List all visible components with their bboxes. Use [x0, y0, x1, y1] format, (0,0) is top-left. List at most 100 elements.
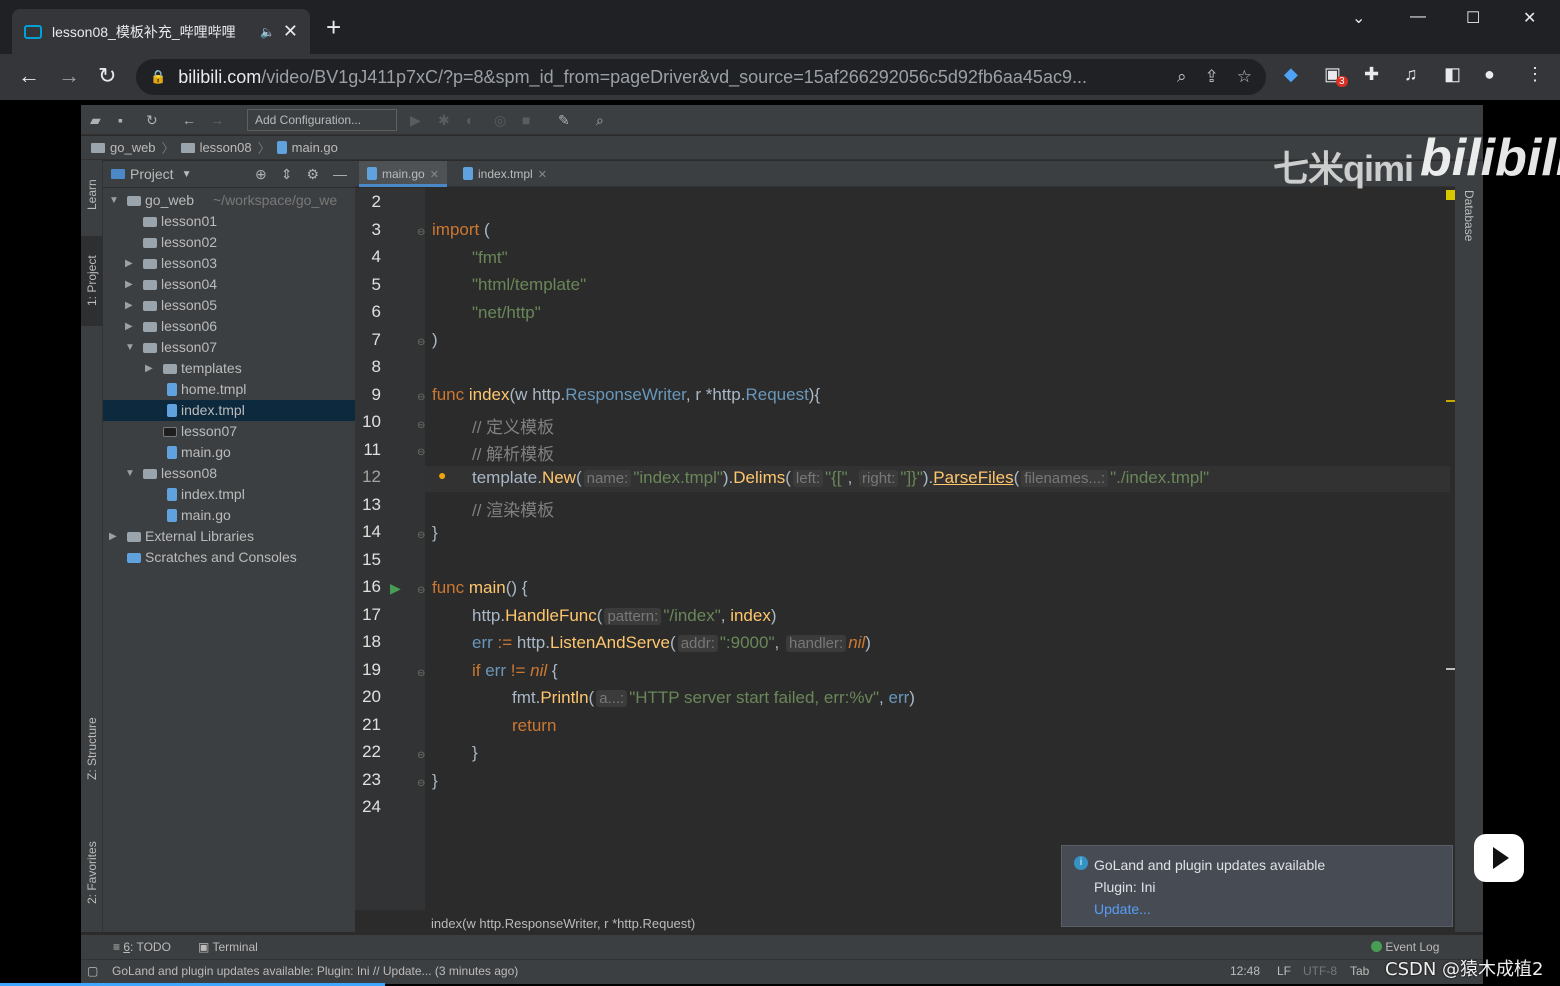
locate-icon[interactable]: ⊕: [255, 166, 267, 183]
tree-item[interactable]: Scratches and Consoles: [103, 547, 355, 568]
extensions-puzzle-icon[interactable]: ✚: [1364, 64, 1379, 85]
search-everywhere-icon[interactable]: ⌕: [596, 112, 604, 129]
todo-tab[interactable]: ≡ 6: TODO: [113, 940, 171, 954]
tree-item[interactable]: ▼ lesson08: [103, 463, 355, 484]
extension-gem-icon[interactable]: ◆: [1284, 64, 1298, 85]
chevron-right-icon[interactable]: ▶: [145, 358, 155, 379]
extension-camera-icon[interactable]: ▣ 3: [1324, 64, 1348, 87]
status-message[interactable]: GoLand and plugin updates available: Plu…: [112, 960, 518, 983]
add-configuration-button[interactable]: Add Configuration...: [247, 109, 397, 131]
chevron-right-icon[interactable]: ▶: [125, 295, 135, 316]
nav-forward-icon[interactable]: →: [210, 112, 224, 128]
tree-item[interactable]: lesson01: [103, 211, 355, 232]
tree-item[interactable]: ▼ go_web ~/workspace/go_we: [103, 190, 355, 211]
project-view-selector[interactable]: Project: [130, 166, 174, 182]
terminal-tab[interactable]: ▣ Terminal: [198, 940, 258, 954]
breadcrumb-item[interactable]: go_web: [110, 140, 156, 155]
media-control-icon[interactable]: ♫: [1404, 64, 1418, 85]
new-tab-button[interactable]: +: [326, 14, 341, 40]
reload-icon[interactable]: ↻: [98, 64, 116, 88]
tab-main-go[interactable]: main.go ✕: [359, 161, 447, 187]
fold-icon[interactable]: ⊖: [417, 778, 425, 789]
tree-item[interactable]: main.go: [103, 505, 355, 526]
sync-icon[interactable]: ↻: [146, 112, 158, 129]
layout-icon[interactable]: ▢: [87, 960, 98, 983]
fold-icon[interactable]: ⊖: [417, 227, 425, 238]
nav-back-icon[interactable]: ←: [182, 112, 196, 128]
browser-tab[interactable]: lesson08_模板补充_哔哩哔哩 🔈 ✕: [12, 9, 310, 54]
file-encoding[interactable]: UTF-8: [1303, 960, 1337, 983]
side-panel-icon[interactable]: ◧: [1444, 64, 1461, 85]
fold-icon[interactable]: ⊖: [417, 585, 425, 596]
tree-item[interactable]: home.tmpl: [103, 379, 355, 400]
chevron-right-icon[interactable]: ▶: [125, 274, 135, 295]
hide-icon[interactable]: —: [333, 166, 347, 183]
coverage-icon[interactable]: ◐: [466, 112, 474, 128]
forward-icon[interactable]: →: [58, 64, 80, 88]
close-icon[interactable]: ✕: [538, 169, 547, 181]
speaker-icon[interactable]: 🔈: [260, 25, 275, 39]
lock-icon[interactable]: 🔒: [150, 69, 166, 85]
chevron-down-icon[interactable]: ▼: [125, 337, 135, 358]
close-tab-icon[interactable]: ✕: [283, 21, 298, 42]
save-icon[interactable]: ▪: [118, 112, 123, 128]
line-separator[interactable]: LF: [1277, 960, 1291, 983]
database-tab[interactable]: Database: [1458, 181, 1480, 251]
chevron-right-icon[interactable]: ▶: [125, 316, 135, 337]
gear-icon[interactable]: ⚙: [306, 166, 319, 183]
tab-index-tmpl[interactable]: index.tmpl ✕: [455, 161, 555, 187]
tab-search-icon[interactable]: ⌄: [1352, 8, 1365, 28]
profile-avatar-icon[interactable]: ●: [1484, 64, 1495, 85]
menu-kebab-icon[interactable]: ⋮: [1526, 64, 1544, 85]
learn-tab[interactable]: Learn: [81, 166, 103, 224]
bookmark-star-icon[interactable]: ☆: [1237, 67, 1252, 87]
collapse-icon[interactable]: ⇕: [281, 166, 293, 183]
caret-position[interactable]: 12:48: [1230, 960, 1260, 983]
code-editor[interactable]: [425, 188, 1450, 910]
chevron-down-icon[interactable]: ▼: [109, 190, 119, 211]
indent-setting[interactable]: Tab: [1350, 960, 1369, 983]
debug-icon[interactable]: ✱: [438, 112, 450, 129]
update-notification[interactable]: i GoLand and plugin updates available Pl…: [1061, 845, 1453, 927]
chevron-down-icon[interactable]: ▼: [182, 169, 192, 180]
share-icon[interactable]: ⇪: [1205, 67, 1219, 87]
address-bar[interactable]: 🔒 bilibili.com/video/BV1gJ411p7xC/?p=8&s…: [136, 59, 1266, 95]
tree-item[interactable]: ▼ lesson07: [103, 337, 355, 358]
event-log-tab[interactable]: Event Log: [1371, 940, 1439, 954]
fold-icon[interactable]: ⊖: [417, 337, 425, 348]
stop-icon[interactable]: ■: [522, 112, 530, 128]
fold-icon[interactable]: ⊖: [417, 750, 425, 761]
tree-item[interactable]: ▶ lesson05: [103, 295, 355, 316]
back-icon[interactable]: ←: [18, 64, 40, 88]
fold-icon[interactable]: ⊖: [417, 420, 425, 431]
project-tab[interactable]: 1: Project: [81, 236, 103, 326]
tree-item[interactable]: main.go: [103, 442, 355, 463]
chevron-right-icon[interactable]: ▶: [109, 526, 119, 547]
tree-item[interactable]: lesson02: [103, 232, 355, 253]
fold-icon[interactable]: ⊖: [417, 668, 425, 679]
breadcrumb-item[interactable]: lesson08: [200, 140, 252, 155]
favorites-tab[interactable]: 2: Favorites: [81, 820, 103, 926]
run-gutter-icon[interactable]: ▶: [390, 580, 401, 597]
tree-item[interactable]: ▶ lesson06: [103, 316, 355, 337]
lightbulb-icon[interactable]: ●: [438, 467, 446, 483]
structure-tab[interactable]: Z: Structure: [81, 696, 103, 802]
chevron-down-icon[interactable]: ▼: [125, 463, 135, 484]
close-icon[interactable]: ✕: [430, 169, 439, 181]
tree-item[interactable]: ▶ templates: [103, 358, 355, 379]
wrench-icon[interactable]: ✎: [558, 112, 570, 129]
fold-icon[interactable]: ⊖: [417, 530, 425, 541]
zoom-icon[interactable]: ⌕: [1177, 67, 1187, 87]
breadcrumb-item[interactable]: main.go: [292, 140, 338, 155]
tree-item[interactable]: ▶ External Libraries: [103, 526, 355, 547]
tree-item[interactable]: index.tmpl: [103, 400, 355, 421]
fold-icon[interactable]: ⊖: [417, 392, 425, 403]
profile-icon[interactable]: ◎: [494, 112, 506, 129]
bilibili-play-icon[interactable]: [1474, 834, 1524, 882]
tree-item[interactable]: lesson07: [103, 421, 355, 442]
tree-item[interactable]: ▶ lesson03: [103, 253, 355, 274]
tree-item[interactable]: index.tmpl: [103, 484, 355, 505]
minimize-icon[interactable]: —: [1410, 8, 1426, 26]
open-folder-icon[interactable]: ▰: [90, 112, 101, 129]
fold-icon[interactable]: ⊖: [417, 447, 425, 458]
